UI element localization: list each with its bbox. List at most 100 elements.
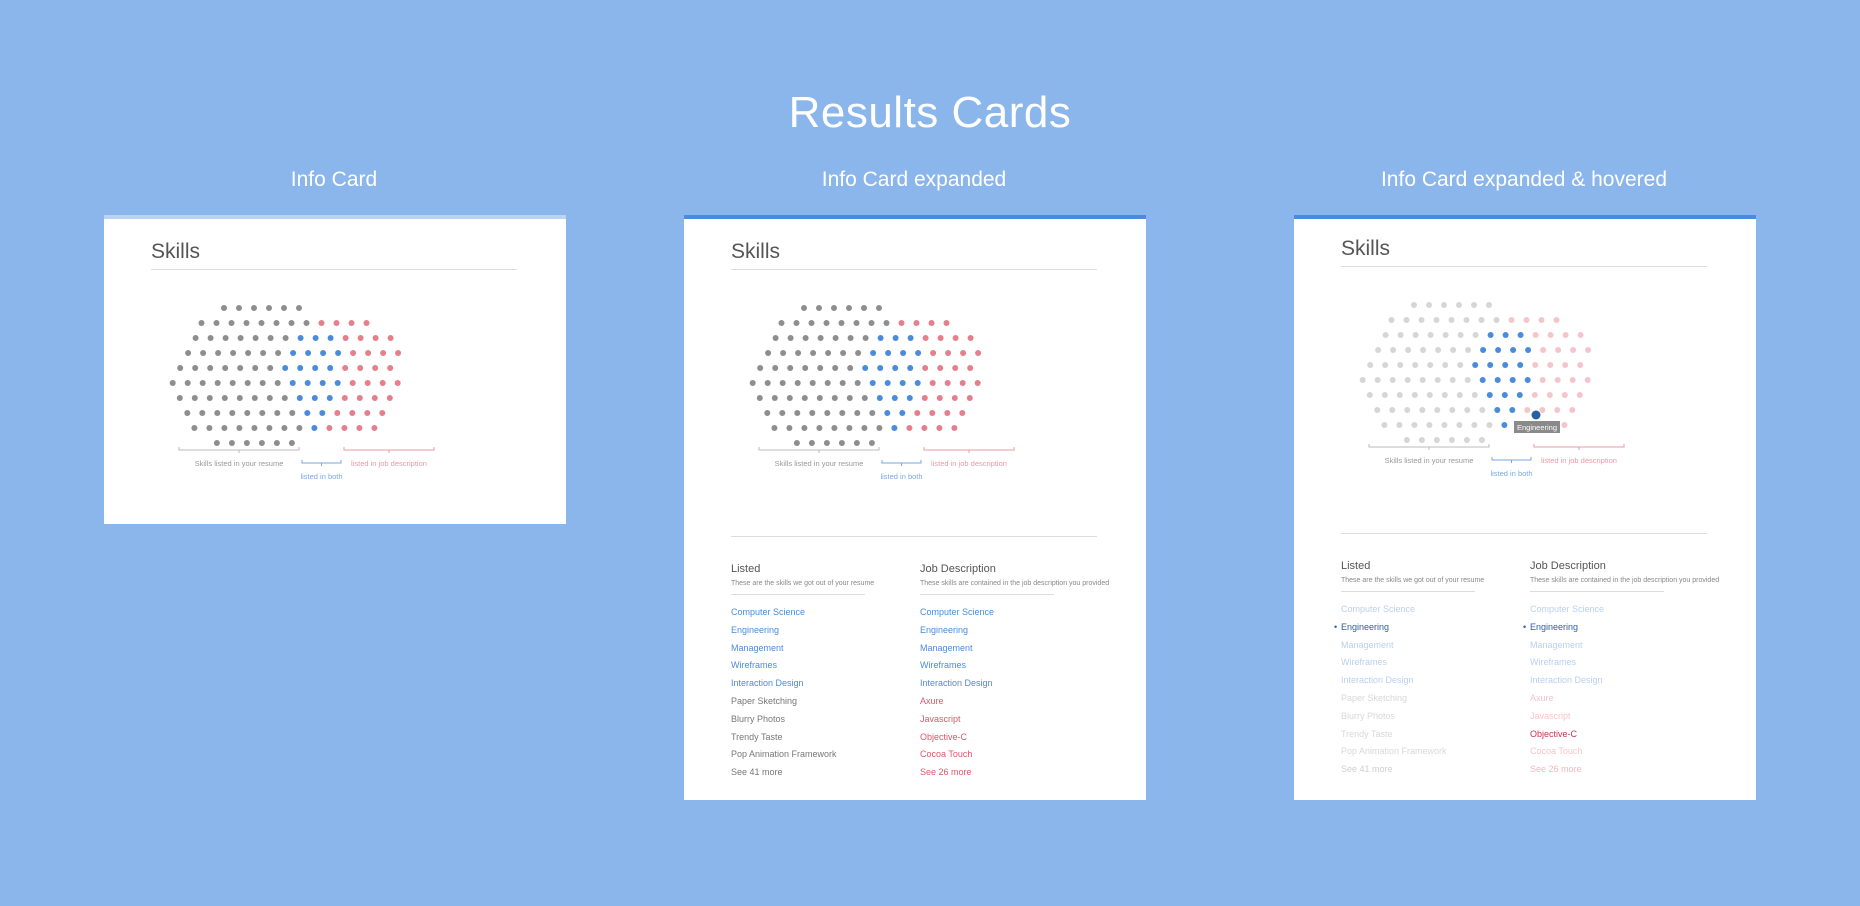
- skill-dot-job[interactable]: [960, 350, 967, 356]
- skill-dot-both[interactable]: [312, 335, 319, 341]
- skill-dot-resume[interactable]: [243, 440, 250, 446]
- skill-dot-job[interactable]: [1562, 362, 1569, 368]
- skill-dot-job[interactable]: [1531, 392, 1538, 398]
- skill-dot-resume[interactable]: [861, 395, 868, 401]
- skill-list-item[interactable]: Interaction Design: [1530, 672, 1710, 690]
- info-card[interactable]: Skills Skills listed in your resume liste…: [104, 215, 566, 524]
- skill-dot-resume[interactable]: [274, 410, 281, 416]
- skill-dot-job[interactable]: [936, 425, 943, 431]
- skill-dot-both[interactable]: [1525, 347, 1532, 353]
- skill-dot-job[interactable]: [342, 335, 349, 341]
- skill-dot-job[interactable]: [349, 410, 356, 416]
- skill-dot-resume[interactable]: [876, 305, 882, 311]
- skill-dot-resume[interactable]: [1374, 377, 1381, 383]
- skill-dot-resume[interactable]: [251, 395, 258, 401]
- skill-list-item[interactable]: Management: [1530, 637, 1710, 655]
- skill-dot-resume[interactable]: [296, 425, 303, 431]
- skill-dot-job[interactable]: [1546, 392, 1553, 398]
- skill-dot-job[interactable]: [1547, 362, 1554, 368]
- skill-dot-resume[interactable]: [1418, 437, 1425, 443]
- skill-dot-resume[interactable]: [1359, 377, 1366, 383]
- skill-dot-resume[interactable]: [817, 365, 824, 371]
- skill-dot-both[interactable]: [1509, 407, 1516, 413]
- skill-dot-job[interactable]: [365, 350, 372, 356]
- skill-dot-resume[interactable]: [802, 365, 809, 371]
- skill-dot-resume[interactable]: [840, 350, 847, 356]
- skill-dot-resume[interactable]: [772, 335, 779, 341]
- skill-dot-resume[interactable]: [1471, 422, 1478, 428]
- skill-dot-job[interactable]: [906, 425, 913, 431]
- skill-dot-resume[interactable]: [861, 305, 867, 311]
- skill-list-item[interactable]: Management: [1341, 637, 1521, 655]
- skill-dot-resume[interactable]: [847, 335, 854, 341]
- skill-dot-resume[interactable]: [771, 395, 778, 401]
- skill-dot-resume[interactable]: [838, 320, 845, 326]
- skill-list-item[interactable]: Wireframes: [731, 657, 911, 675]
- skill-dot-resume[interactable]: [192, 335, 199, 341]
- skill-dot-job[interactable]: [1584, 377, 1591, 383]
- skill-dot-resume[interactable]: [1427, 362, 1434, 368]
- skill-dot-both[interactable]: [1486, 392, 1493, 398]
- skill-dot-job[interactable]: [363, 320, 370, 326]
- skill-dot-job[interactable]: [1553, 317, 1560, 323]
- skill-dot-resume[interactable]: [780, 350, 787, 356]
- skill-dot-job[interactable]: [945, 350, 952, 356]
- skill-dot-resume[interactable]: [177, 365, 184, 371]
- skill-dot-resume[interactable]: [854, 410, 861, 416]
- skill-dot-resume[interactable]: [221, 425, 228, 431]
- skill-dot-resume[interactable]: [1450, 347, 1457, 353]
- skill-dot-resume[interactable]: [243, 320, 250, 326]
- skill-dot-job[interactable]: [372, 365, 379, 371]
- skill-dot-resume[interactable]: [786, 425, 793, 431]
- skill-dot-both[interactable]: [1494, 407, 1501, 413]
- skill-dot-resume[interactable]: [757, 365, 764, 371]
- skill-dot-resume[interactable]: [771, 425, 778, 431]
- skill-dot-resume[interactable]: [1471, 392, 1478, 398]
- skill-dot-resume[interactable]: [237, 335, 244, 341]
- skill-dot-both[interactable]: [869, 380, 876, 386]
- skill-dot-job[interactable]: [356, 395, 363, 401]
- skill-dot-resume[interactable]: [1381, 422, 1388, 428]
- skill-dot-resume[interactable]: [236, 395, 243, 401]
- skill-dot-resume[interactable]: [213, 320, 220, 326]
- skill-dot-resume[interactable]: [252, 335, 259, 341]
- skill-dot-both[interactable]: [877, 365, 884, 371]
- skill-dot-job[interactable]: [937, 335, 944, 341]
- skill-dot-both[interactable]: [304, 410, 311, 416]
- skill-dot-resume[interactable]: [221, 395, 228, 401]
- skill-dot-resume[interactable]: [846, 305, 852, 311]
- skill-list-item[interactable]: Cocoa Touch: [920, 746, 1100, 764]
- skill-dot-both[interactable]: [885, 350, 892, 356]
- skill-dot-both[interactable]: [311, 425, 318, 431]
- skill-dot-both[interactable]: [335, 350, 342, 356]
- skill-dot-resume[interactable]: [1411, 422, 1418, 428]
- skill-dot-both[interactable]: [1509, 377, 1516, 383]
- skill-dot-resume[interactable]: [808, 320, 815, 326]
- skill-dot-job[interactable]: [349, 380, 356, 386]
- skill-dot-job[interactable]: [379, 380, 386, 386]
- skill-dot-resume[interactable]: [787, 365, 794, 371]
- skill-dot-resume[interactable]: [229, 410, 236, 416]
- skill-dot-resume[interactable]: [289, 410, 296, 416]
- skill-dot-resume[interactable]: [1433, 437, 1440, 443]
- skill-dot-resume[interactable]: [1426, 422, 1433, 428]
- skill-dot-job[interactable]: [357, 335, 364, 341]
- skill-dot-resume[interactable]: [266, 425, 273, 431]
- skill-dot-resume[interactable]: [260, 350, 267, 356]
- skill-dot-resume[interactable]: [883, 320, 890, 326]
- skill-dot-resume[interactable]: [1449, 377, 1456, 383]
- skill-dot-resume[interactable]: [1456, 302, 1462, 308]
- skill-dot-resume[interactable]: [1457, 332, 1464, 338]
- skill-dot-resume[interactable]: [237, 365, 244, 371]
- skill-dot-resume[interactable]: [221, 305, 227, 311]
- skill-dot-resume[interactable]: [1442, 362, 1449, 368]
- skill-dot-both[interactable]: [311, 395, 318, 401]
- skill-list-item[interactable]: Blurry Photos: [1341, 708, 1521, 726]
- skill-dot-job[interactable]: [341, 395, 348, 401]
- skill-dot-resume[interactable]: [1404, 377, 1411, 383]
- skills-venn-diagram[interactable]: Skills listed in your resume listed in bo…: [104, 215, 566, 524]
- info-card-expanded-hovered[interactable]: Skills Skills listed in your resume liste…: [1294, 215, 1756, 800]
- skill-dot-job[interactable]: [943, 320, 950, 326]
- skill-dot-resume[interactable]: [1441, 302, 1447, 308]
- skill-list-item[interactable]: Wireframes: [920, 657, 1100, 675]
